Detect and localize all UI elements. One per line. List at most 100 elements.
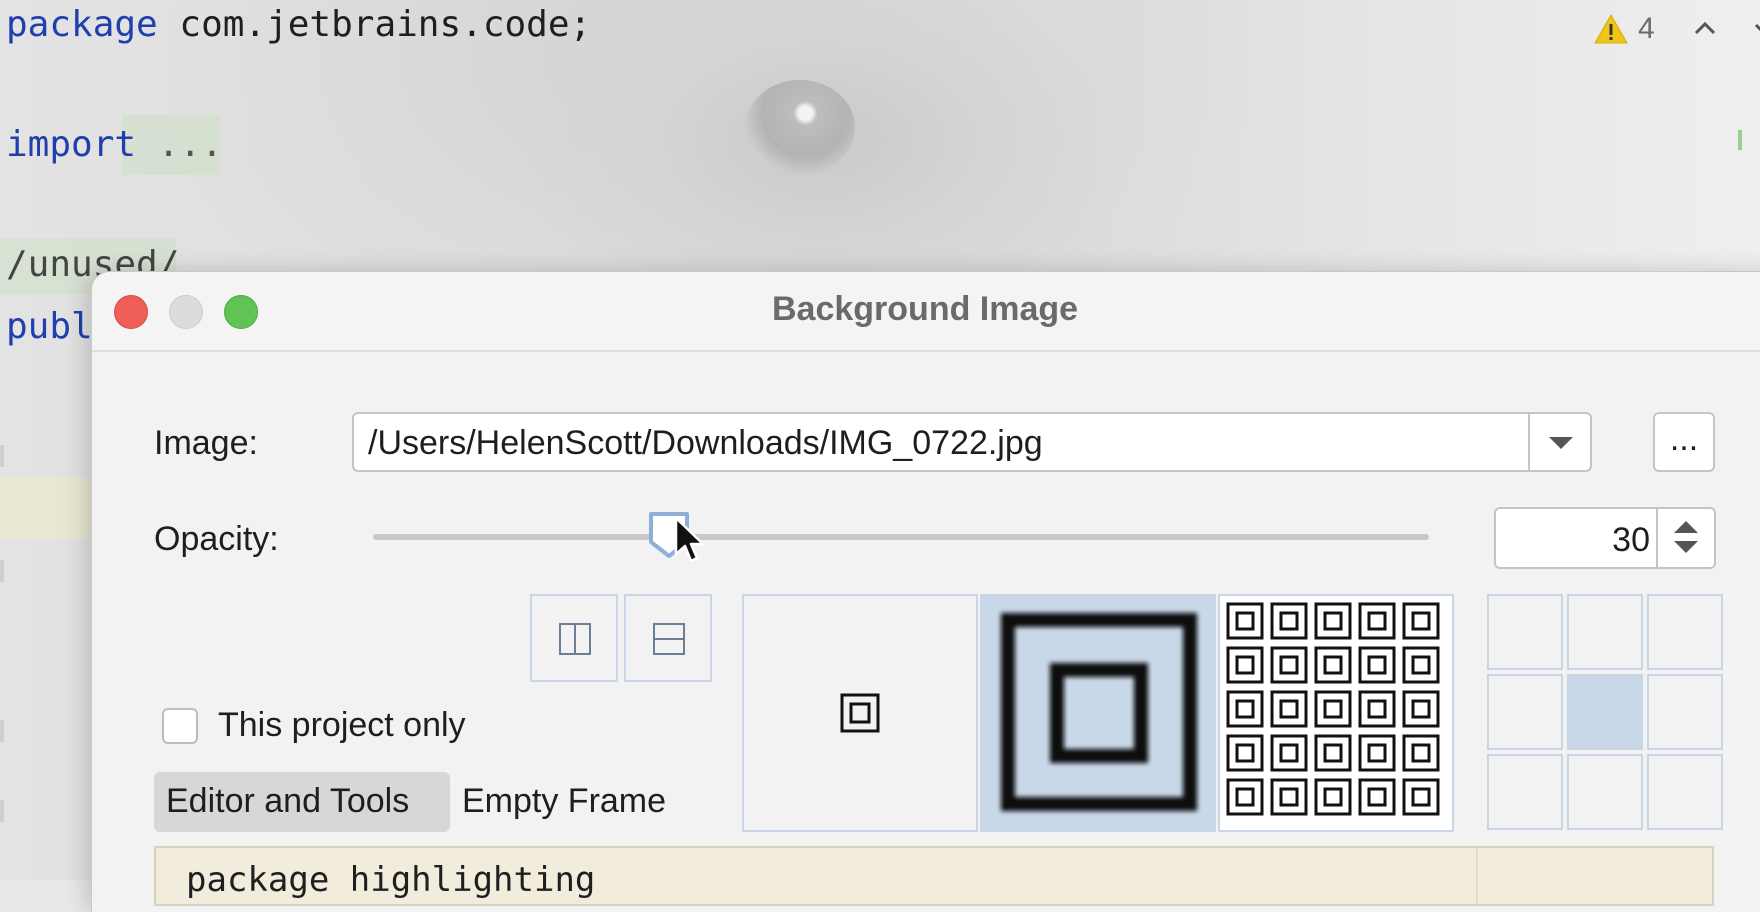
this-project-only-checkbox[interactable] bbox=[162, 708, 198, 744]
chevron-up-icon[interactable] bbox=[1691, 15, 1719, 43]
tile-inner-square bbox=[1235, 611, 1255, 631]
tile-outer-square bbox=[1270, 646, 1308, 684]
flip-horizontal-button[interactable] bbox=[530, 594, 618, 682]
tile-inner-square bbox=[1279, 787, 1299, 807]
anchor-cell-bottom[interactable] bbox=[1567, 754, 1643, 830]
tile-inner-square bbox=[1411, 699, 1431, 719]
tile-inner-square bbox=[1279, 655, 1299, 675]
dialog-title: Background Image bbox=[772, 290, 1079, 328]
code-line-package[interactable]: package com.jetbrains.code; bbox=[6, 4, 591, 45]
opacity-spinner[interactable]: 30 bbox=[1494, 507, 1716, 569]
tile-inner-square bbox=[1367, 611, 1387, 631]
anchor-cell-bottom-right[interactable] bbox=[1647, 754, 1723, 830]
tile-outer-square bbox=[1314, 734, 1352, 772]
tile-inner-square bbox=[1235, 743, 1255, 763]
tile-inner-square bbox=[1279, 743, 1299, 763]
tile-inner-square bbox=[1367, 743, 1387, 763]
import-fold[interactable]: ... bbox=[136, 124, 223, 165]
tile-outer-square bbox=[1226, 602, 1264, 640]
tile-outer-square bbox=[1270, 778, 1308, 816]
public-keyword: publ bbox=[6, 306, 93, 347]
anchor-cell-top-left[interactable] bbox=[1487, 594, 1563, 670]
warning-count: 4 bbox=[1638, 12, 1655, 45]
tile-inner-square bbox=[1411, 655, 1431, 675]
tile-outer-square bbox=[1402, 690, 1440, 728]
opacity-value[interactable]: 30 bbox=[1612, 521, 1650, 560]
tab-empty-frame[interactable]: Empty Frame bbox=[450, 772, 690, 832]
tile-outer-square bbox=[1314, 646, 1352, 684]
tile-outer-square bbox=[1226, 734, 1264, 772]
image-path-combo[interactable]: /Users/HelenScott/Downloads/IMG_0722.jpg bbox=[352, 412, 1592, 472]
opacity-slider[interactable] bbox=[373, 534, 1429, 540]
tile-outer-square bbox=[1358, 734, 1396, 772]
fill-mode-center[interactable] bbox=[742, 594, 978, 832]
anchor-cell-right[interactable] bbox=[1647, 674, 1723, 750]
tile-outer-square bbox=[1358, 646, 1396, 684]
dialog-titlebar[interactable]: Background Image bbox=[92, 272, 1760, 352]
tile-outer-square bbox=[1358, 690, 1396, 728]
fill-mode-tile[interactable] bbox=[1218, 594, 1454, 832]
tile-inner-square bbox=[1367, 699, 1387, 719]
tile-outer-square bbox=[1402, 646, 1440, 684]
tile-inner-square bbox=[1235, 787, 1255, 807]
minimize-button[interactable] bbox=[169, 295, 203, 329]
editor-preview: package highlighting bbox=[154, 846, 1714, 906]
inspection-widget[interactable]: 4 bbox=[1594, 12, 1760, 46]
split-vertical-icon bbox=[559, 623, 591, 655]
chevron-down-icon[interactable] bbox=[1751, 15, 1760, 43]
split-horizontal-icon bbox=[653, 623, 685, 655]
tile-outer-square bbox=[1270, 602, 1308, 640]
code-line-public[interactable]: publ bbox=[6, 306, 93, 347]
image-path-value[interactable]: /Users/HelenScott/Downloads/IMG_0722.jpg bbox=[368, 424, 1043, 463]
anchor-cell-center[interactable] bbox=[1567, 674, 1643, 750]
anchor-cell-top-right[interactable] bbox=[1647, 594, 1723, 670]
tile-outer-square bbox=[1270, 734, 1308, 772]
tile-inner-square bbox=[1235, 655, 1255, 675]
tile-inner-square bbox=[1367, 787, 1387, 807]
tile-outer-square bbox=[1314, 778, 1352, 816]
tile-outer-square bbox=[1358, 602, 1396, 640]
tile-inner-square bbox=[1279, 699, 1299, 719]
close-button[interactable] bbox=[114, 295, 148, 329]
tile-outer-square bbox=[1226, 646, 1264, 684]
anchor-cell-top[interactable] bbox=[1567, 594, 1643, 670]
tile-inner-square bbox=[1411, 787, 1431, 807]
opacity-label: Opacity: bbox=[154, 520, 279, 558]
tile-inner-square bbox=[1323, 699, 1343, 719]
tile-inner-square bbox=[1235, 699, 1255, 719]
tile-inner-square bbox=[1323, 787, 1343, 807]
package-keyword: package bbox=[6, 4, 158, 45]
flip-vertical-button[interactable] bbox=[624, 594, 712, 682]
tile-outer-square bbox=[1314, 602, 1352, 640]
spin-up-icon[interactable] bbox=[1674, 521, 1698, 533]
spin-down-icon[interactable] bbox=[1674, 541, 1698, 553]
spinner-buttons[interactable] bbox=[1656, 509, 1714, 567]
tile-inner-square bbox=[1367, 655, 1387, 675]
tab-editor-and-tools[interactable]: Editor and Tools bbox=[154, 772, 450, 832]
image-label: Image: bbox=[154, 424, 258, 462]
background-image-eye bbox=[745, 80, 855, 175]
warning-icon bbox=[1594, 13, 1628, 44]
tile-inner-square bbox=[1323, 611, 1343, 631]
tile-fill-icon bbox=[1226, 602, 1440, 816]
browse-button[interactable]: ... bbox=[1653, 412, 1715, 472]
this-project-only-label[interactable]: This project only bbox=[218, 706, 466, 745]
maximize-button[interactable] bbox=[224, 295, 258, 329]
tile-outer-square bbox=[1402, 778, 1440, 816]
line-highlight bbox=[0, 478, 96, 538]
code-line-import[interactable]: import ... bbox=[6, 124, 223, 165]
tile-outer-square bbox=[1226, 690, 1264, 728]
anchor-cell-left[interactable] bbox=[1487, 674, 1563, 750]
chevron-down-icon[interactable] bbox=[1528, 414, 1590, 470]
tile-outer-square bbox=[1402, 602, 1440, 640]
tile-inner-square bbox=[1279, 611, 1299, 631]
tile-inner-square bbox=[1323, 655, 1343, 675]
mouse-cursor-icon bbox=[674, 516, 704, 563]
package-name: com.jetbrains.code; bbox=[157, 4, 592, 45]
preview-text: package highlighting bbox=[186, 860, 596, 900]
anchor-cell-bottom-left[interactable] bbox=[1487, 754, 1563, 830]
background-image-dialog: Background Image Image: /Users/HelenScot… bbox=[92, 272, 1760, 912]
center-fill-icon bbox=[840, 693, 880, 733]
fill-mode-scale[interactable] bbox=[980, 594, 1216, 832]
preview-divider bbox=[1476, 848, 1478, 904]
